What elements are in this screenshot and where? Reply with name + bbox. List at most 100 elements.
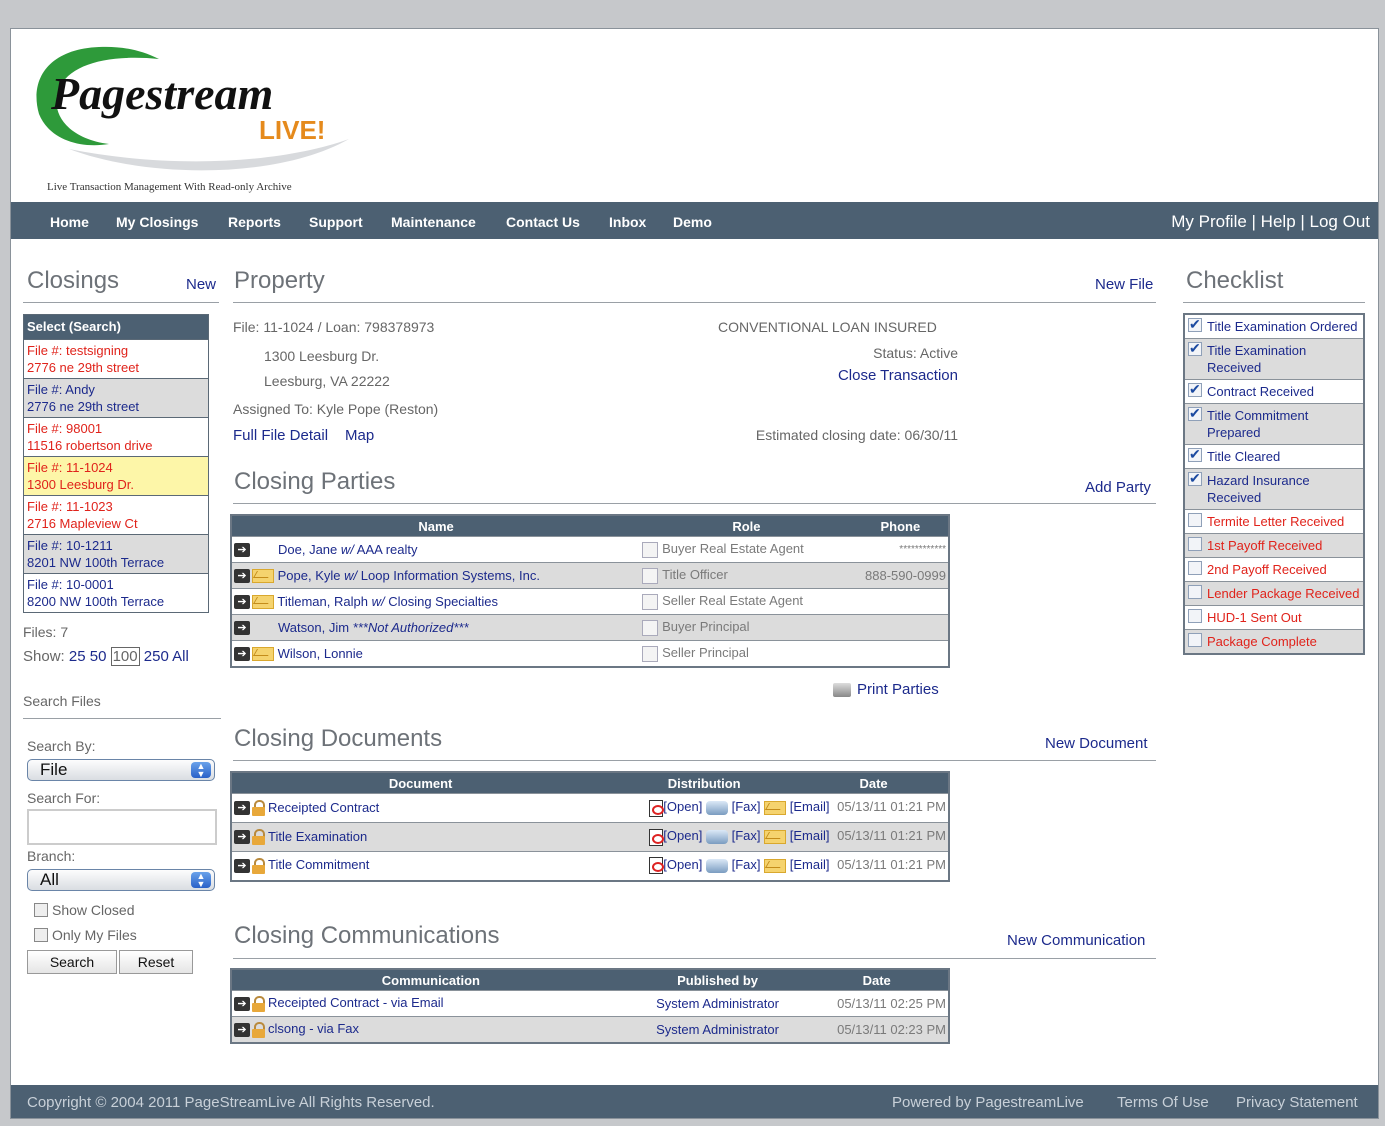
nav-demo[interactable]: Demo: [673, 214, 712, 230]
checklist-item[interactable]: Contract Received: [1185, 379, 1363, 403]
new-document-link[interactable]: New Document: [1045, 735, 1148, 752]
party-name[interactable]: Doe, Jane w/ AAA realty: [278, 542, 418, 557]
document-name[interactable]: Title Commitment: [268, 857, 369, 872]
list-header[interactable]: Select (Search): [24, 315, 208, 339]
checkbox-checked-icon[interactable]: [1188, 470, 1202, 487]
arrow-right-icon[interactable]: ➔: [234, 543, 250, 558]
checkbox-checked-icon[interactable]: [1188, 316, 1202, 333]
arrow-right-icon[interactable]: ➔: [234, 595, 250, 610]
arrow-right-icon[interactable]: ➔: [234, 859, 250, 874]
show-50[interactable]: 50: [90, 648, 107, 665]
only-my-files-checkbox[interactable]: [34, 928, 48, 942]
checklist-item[interactable]: Title Examination Received: [1185, 338, 1363, 379]
powered-by-link[interactable]: Powered by PagestreamLive: [892, 1094, 1084, 1111]
nav-support[interactable]: Support: [309, 214, 363, 230]
role-checkbox[interactable]: [642, 593, 659, 610]
checkbox-checked-icon[interactable]: [1188, 340, 1202, 357]
checkbox-icon[interactable]: [1188, 633, 1202, 647]
arrow-right-icon[interactable]: ➔: [234, 996, 250, 1011]
add-party-link[interactable]: Add Party: [1085, 479, 1151, 496]
email-envelope-icon[interactable]: [252, 647, 274, 662]
checklist-item[interactable]: 2nd Payoff Received: [1185, 557, 1363, 581]
checklist-item[interactable]: Title Examination Ordered: [1185, 315, 1363, 338]
list-item[interactable]: File #: 10-1211 8201 NW 100th Terrace: [24, 534, 208, 573]
role-checkbox[interactable]: [642, 619, 659, 636]
checkbox-icon[interactable]: [1188, 609, 1202, 623]
nav-my-closings[interactable]: My Closings: [116, 214, 198, 230]
list-item[interactable]: File #: 98001 11516 robertson drive: [24, 417, 208, 456]
arrow-right-icon[interactable]: ➔: [234, 801, 250, 816]
list-item[interactable]: File #: Andy 2776 ne 29th street: [24, 378, 208, 417]
full-file-detail-link[interactable]: Full File Detail: [233, 427, 328, 444]
checklist-item[interactable]: Title Commitment Prepared: [1185, 403, 1363, 444]
checkbox-icon[interactable]: [1188, 585, 1202, 599]
show-250[interactable]: 250: [144, 648, 169, 665]
checklist-item[interactable]: Package Complete: [1185, 629, 1363, 653]
arrow-right-icon[interactable]: ➔: [234, 1022, 250, 1037]
branch-select[interactable]: All ▲ ▼: [27, 869, 215, 891]
search-button[interactable]: Search: [27, 950, 117, 974]
role-checkbox[interactable]: [642, 567, 659, 584]
checkbox-checked-icon[interactable]: [1188, 381, 1202, 398]
list-item[interactable]: File #: testsigning 2776 ne 29th street: [24, 339, 208, 378]
search-input[interactable]: [27, 809, 217, 845]
published-by[interactable]: System Administrator: [629, 990, 806, 1017]
email-link[interactable]: [Email]: [790, 828, 830, 843]
terms-link[interactable]: Terms Of Use: [1117, 1094, 1209, 1111]
party-name[interactable]: Watson, Jim ***Not Authorized***: [278, 620, 469, 635]
email-link[interactable]: [Email]: [790, 857, 830, 872]
checkbox-checked-icon[interactable]: [1188, 446, 1202, 463]
party-name[interactable]: Titleman, Ralph w/ Closing Specialties: [277, 594, 498, 609]
open-link[interactable]: [Open]: [663, 799, 702, 814]
open-link[interactable]: [Open]: [663, 828, 702, 843]
checklist-item[interactable]: Hazard Insurance Received: [1185, 468, 1363, 509]
checklist-item[interactable]: Title Cleared: [1185, 444, 1363, 468]
arrow-right-icon[interactable]: ➔: [234, 830, 250, 845]
checklist-item[interactable]: 1st Payoff Received: [1185, 533, 1363, 557]
new-communication-link[interactable]: New Communication: [1007, 932, 1145, 949]
list-item[interactable]: File #: 10-0001 8200 NW 100th Terrace: [24, 573, 208, 612]
nav-user-links[interactable]: My Profile | Help | Log Out: [1171, 212, 1370, 232]
show-all[interactable]: All: [172, 648, 189, 665]
communication-name[interactable]: clsong - via Fax: [268, 1021, 359, 1036]
nav-contact-us[interactable]: Contact Us: [506, 214, 580, 230]
map-link[interactable]: Map: [345, 427, 374, 444]
checkbox-icon[interactable]: [1188, 537, 1202, 551]
email-envelope-icon[interactable]: [252, 595, 274, 610]
list-item[interactable]: File #: 11-1023 2716 Mapleview Ct: [24, 495, 208, 534]
show-25[interactable]: 25: [69, 648, 86, 665]
checkbox-icon[interactable]: [1188, 561, 1202, 575]
checklist-item[interactable]: HUD-1 Sent Out: [1185, 605, 1363, 629]
fax-link[interactable]: [Fax]: [732, 828, 761, 843]
arrow-right-icon[interactable]: ➔: [234, 621, 250, 636]
nav-home[interactable]: Home: [50, 214, 89, 230]
published-by[interactable]: System Administrator: [629, 1016, 806, 1043]
search-by-select[interactable]: File ▲ ▼: [27, 759, 215, 781]
party-name[interactable]: Wilson, Lonnie: [278, 646, 363, 661]
list-item-selected[interactable]: File #: 11-1024 1300 Leesburg Dr.: [24, 456, 208, 495]
document-name[interactable]: Receipted Contract: [268, 800, 379, 815]
print-parties-link[interactable]: Print Parties: [833, 681, 939, 698]
email-envelope-icon[interactable]: [252, 569, 274, 584]
new-closing-link[interactable]: New: [186, 276, 216, 293]
fax-link[interactable]: [Fax]: [732, 799, 761, 814]
checkbox-checked-icon[interactable]: [1188, 405, 1202, 422]
arrow-right-icon[interactable]: ➔: [234, 569, 250, 584]
checkbox-icon[interactable]: [1188, 513, 1202, 527]
nav-reports[interactable]: Reports: [228, 214, 281, 230]
arrow-right-icon[interactable]: ➔: [234, 647, 250, 662]
open-link[interactable]: [Open]: [663, 857, 702, 872]
pagestream-logo[interactable]: Pagestream LIVE!: [29, 39, 369, 199]
close-transaction-link[interactable]: Close Transaction: [838, 367, 958, 384]
nav-inbox[interactable]: Inbox: [609, 214, 646, 230]
document-name[interactable]: Title Examination: [268, 829, 367, 844]
reset-button[interactable]: Reset: [119, 950, 193, 974]
checklist-item[interactable]: Termite Letter Received: [1185, 509, 1363, 533]
role-checkbox[interactable]: [642, 645, 659, 662]
privacy-link[interactable]: Privacy Statement: [1236, 1094, 1358, 1111]
nav-maintenance[interactable]: Maintenance: [391, 214, 476, 230]
role-checkbox[interactable]: [642, 541, 659, 558]
email-link[interactable]: [Email]: [790, 799, 830, 814]
communication-name[interactable]: Receipted Contract - via Email: [268, 995, 444, 1010]
show-closed-checkbox[interactable]: [34, 903, 48, 917]
